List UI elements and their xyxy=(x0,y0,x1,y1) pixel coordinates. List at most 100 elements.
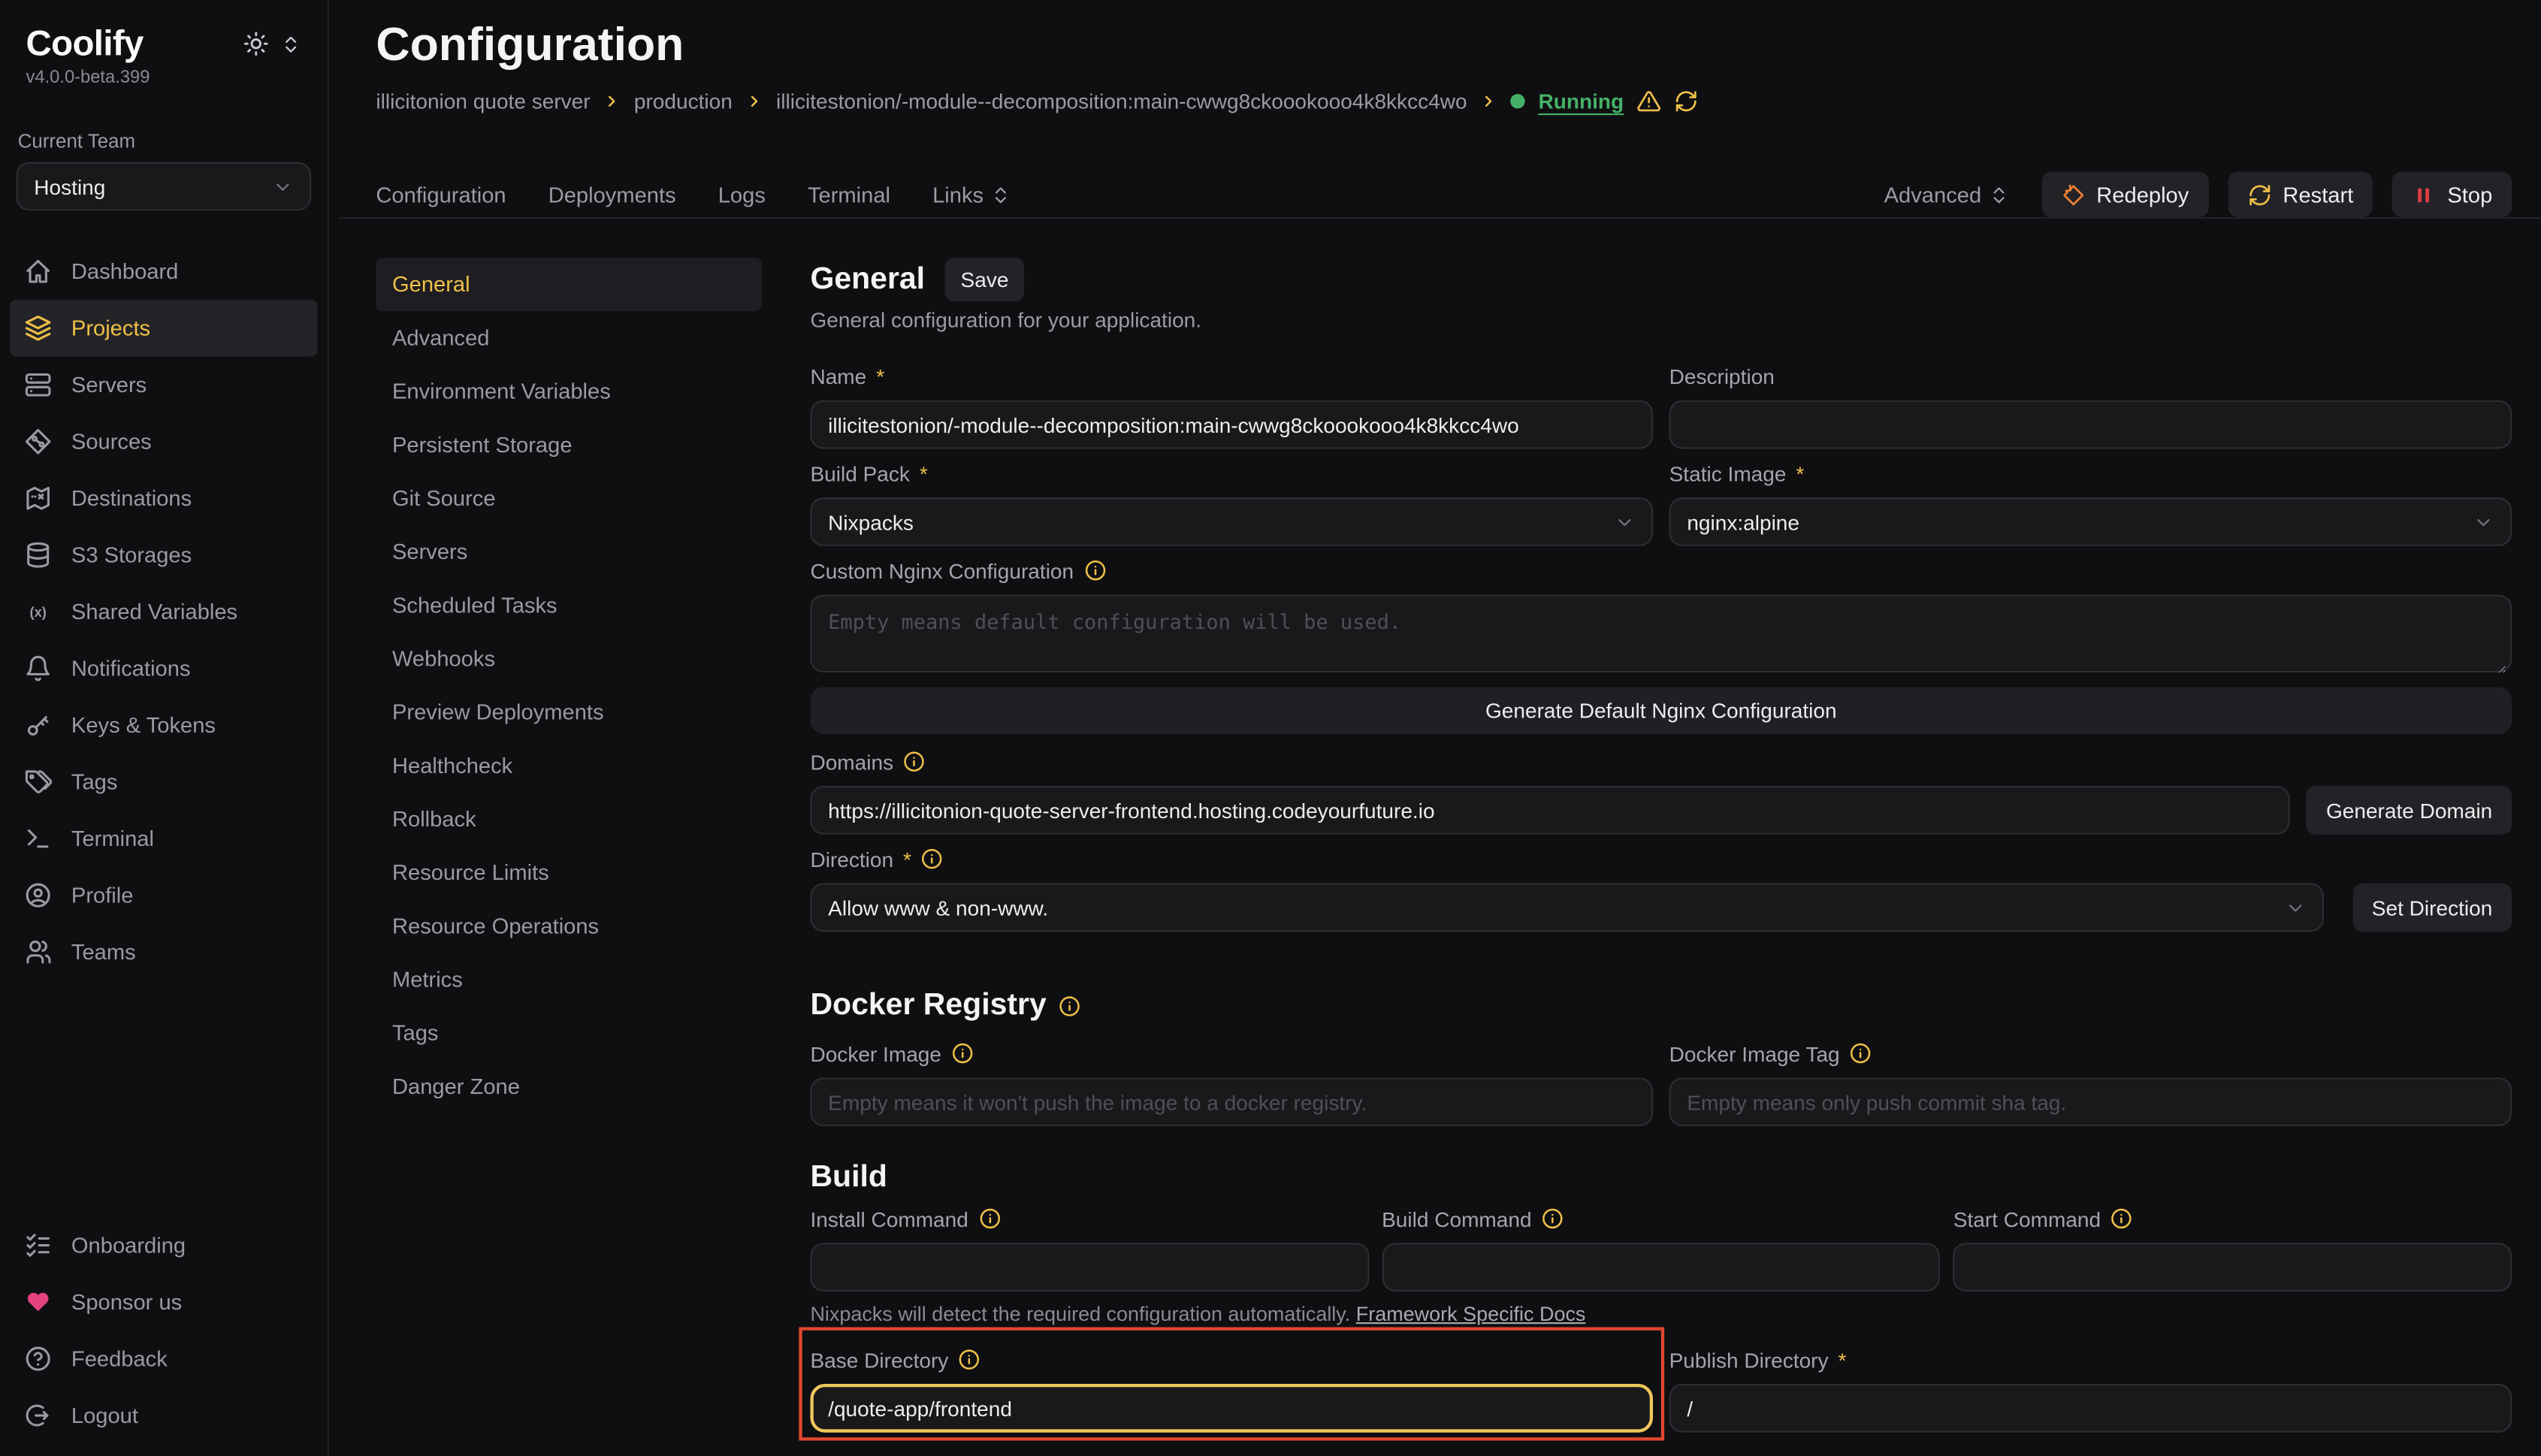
resize-handle-icon[interactable] xyxy=(2491,658,2507,675)
field-description: Description xyxy=(1669,361,2512,449)
sidebar-item-keys-tokens[interactable]: Keys & Tokens xyxy=(10,696,318,753)
save-button[interactable]: Save xyxy=(944,258,1025,301)
theme-sun-icon[interactable] xyxy=(243,31,270,57)
subnav-item-advanced[interactable]: Advanced xyxy=(376,311,761,364)
subnav-item-webhooks[interactable]: Webhooks xyxy=(376,632,761,685)
tab-terminal[interactable]: Terminal xyxy=(808,183,890,207)
sidebar-item-s3-storages[interactable]: S3 Storages xyxy=(10,527,318,583)
restart-button[interactable]: Restart xyxy=(2228,172,2373,217)
tab-logs[interactable]: Logs xyxy=(718,183,766,207)
build-command-input[interactable] xyxy=(1382,1243,1940,1291)
refresh-icon[interactable] xyxy=(1674,89,1698,113)
docker-registry-heading: Docker Registry xyxy=(810,989,1046,1024)
subnav-item-general[interactable]: General xyxy=(376,258,761,311)
brand-logo[interactable]: Coolify xyxy=(26,23,144,65)
sidebar-item-onboarding[interactable]: Onboarding xyxy=(10,1217,318,1273)
set-direction-button[interactable]: Set Direction xyxy=(2352,884,2512,932)
sidebar-item-label: Sources xyxy=(71,430,152,454)
field-static-image: Static Image * nginx:alpine xyxy=(1669,458,2512,545)
content-area: General Advanced Environment Variables P… xyxy=(329,219,2541,1456)
sidebar-item-sponsor-us[interactable]: Sponsor us xyxy=(10,1273,318,1330)
sidebar-item-destinations[interactable]: Destinations xyxy=(10,470,318,527)
domains-input[interactable] xyxy=(810,786,2290,835)
info-icon[interactable] xyxy=(1542,1207,1564,1230)
base-directory-input[interactable] xyxy=(810,1384,1653,1433)
tab-configuration[interactable]: Configuration xyxy=(376,183,506,207)
theme-chevrons-up-down-icon[interactable] xyxy=(280,33,301,54)
subnav-item-metrics[interactable]: Metrics xyxy=(376,953,761,1006)
sidebar-footer-nav: Onboarding Sponsor us Feedback Logout xyxy=(0,1217,328,1444)
subnav-item-preview-deployments[interactable]: Preview Deployments xyxy=(376,685,761,739)
generate-nginx-button[interactable]: Generate Default Nginx Configuration xyxy=(810,687,2512,735)
subnav-item-danger-zone[interactable]: Danger Zone xyxy=(376,1060,761,1113)
publish-directory-input[interactable] xyxy=(1669,1384,2512,1433)
info-icon[interactable] xyxy=(1058,995,1080,1017)
subnav-item-healthcheck[interactable]: Healthcheck xyxy=(376,739,761,793)
info-icon[interactable] xyxy=(1850,1042,1872,1065)
sidebar-item-projects[interactable]: Projects xyxy=(10,300,318,356)
advanced-label: Advanced xyxy=(1884,183,1982,207)
docker-image-input[interactable] xyxy=(810,1077,1653,1126)
direction-select[interactable]: Allow www & non-www. xyxy=(810,884,2323,932)
main-area: Configuration illicitonion quote server … xyxy=(329,0,2541,1456)
subnav-item-resource-limits[interactable]: Resource Limits xyxy=(376,846,761,899)
generate-domain-button[interactable]: Generate Domain xyxy=(2307,786,2512,835)
sidebar-item-label: Shared Variables xyxy=(71,600,237,624)
name-input[interactable] xyxy=(810,400,1653,449)
sidebar-item-label: Keys & Tokens xyxy=(71,713,216,737)
sidebar-item-servers[interactable]: Servers xyxy=(10,357,318,413)
sidebar-item-notifications[interactable]: Notifications xyxy=(10,640,318,696)
sidebar-item-shared-variables[interactable]: Shared Variables xyxy=(10,583,318,639)
start-command-input[interactable] xyxy=(1953,1243,2512,1291)
general-form: General Save General configuration for y… xyxy=(810,258,2512,1456)
required-marker: * xyxy=(876,364,884,388)
description-input[interactable] xyxy=(1669,400,2512,449)
sidebar-item-logout[interactable]: Logout xyxy=(10,1387,318,1443)
stop-button[interactable]: Stop xyxy=(2392,172,2512,217)
docker-image-tag-input[interactable] xyxy=(1669,1077,2512,1126)
info-icon[interactable] xyxy=(1083,559,1106,581)
info-icon[interactable] xyxy=(958,1349,980,1371)
install-command-input[interactable] xyxy=(810,1243,1368,1291)
stop-icon xyxy=(2412,183,2436,207)
sidebar-item-terminal[interactable]: Terminal xyxy=(10,810,318,866)
section-title-docker-registry: Docker Registry xyxy=(810,987,2512,1026)
static-image-select[interactable]: nginx:alpine xyxy=(1669,497,2512,546)
breadcrumb-application[interactable]: illicitestonion/-module--decomposition:m… xyxy=(776,89,1467,113)
info-icon[interactable] xyxy=(951,1042,974,1065)
subnav-item-scheduled-tasks[interactable]: Scheduled Tasks xyxy=(376,578,761,632)
subnav-item-servers[interactable]: Servers xyxy=(376,525,761,578)
tab-links[interactable]: Links xyxy=(932,183,1011,207)
info-icon[interactable] xyxy=(978,1207,1001,1230)
sidebar-item-tags[interactable]: Tags xyxy=(10,754,318,810)
breadcrumb-environment[interactable]: production xyxy=(634,89,733,113)
redeploy-button[interactable]: Redeploy xyxy=(2041,172,2208,217)
breadcrumb-project[interactable]: illicitonion quote server xyxy=(376,89,590,113)
sidebar-item-feedback[interactable]: Feedback xyxy=(10,1331,318,1387)
sidebar-item-sources[interactable]: Sources xyxy=(10,413,318,470)
framework-docs-link[interactable]: Framework Specific Docs xyxy=(1356,1303,1586,1325)
custom-nginx-textarea[interactable] xyxy=(810,595,2512,673)
subnav-item-rollback[interactable]: Rollback xyxy=(376,793,761,846)
info-icon[interactable] xyxy=(2110,1207,2133,1230)
advanced-menu[interactable]: Advanced xyxy=(1884,183,2009,207)
sidebar-item-dashboard[interactable]: Dashboard xyxy=(10,243,318,300)
subnav-item-tags[interactable]: Tags xyxy=(376,1006,761,1059)
subnav-item-environment-variables[interactable]: Environment Variables xyxy=(376,364,761,418)
status-running-link[interactable]: Running xyxy=(1538,89,1624,113)
team-select[interactable]: Hosting xyxy=(17,162,312,211)
tab-deployments[interactable]: Deployments xyxy=(548,183,676,207)
subnav-item-resource-operations[interactable]: Resource Operations xyxy=(376,899,761,953)
custom-nginx-label: Custom Nginx Configuration xyxy=(810,558,1074,582)
sidebar-item-teams[interactable]: Teams xyxy=(10,923,318,980)
chevron-down-icon xyxy=(272,176,293,197)
subnav-item-persistent-storage[interactable]: Persistent Storage xyxy=(376,418,761,471)
info-icon[interactable] xyxy=(903,751,926,773)
section-title-build: Build xyxy=(810,1158,2512,1198)
build-pack-select[interactable]: Nixpacks xyxy=(810,497,1653,546)
subnav-item-git-source[interactable]: Git Source xyxy=(376,472,761,525)
sidebar-item-profile[interactable]: Profile xyxy=(10,867,318,923)
sidebar-item-label: Onboarding xyxy=(71,1233,186,1257)
checklist-icon xyxy=(24,1231,52,1259)
info-icon[interactable] xyxy=(921,847,944,870)
